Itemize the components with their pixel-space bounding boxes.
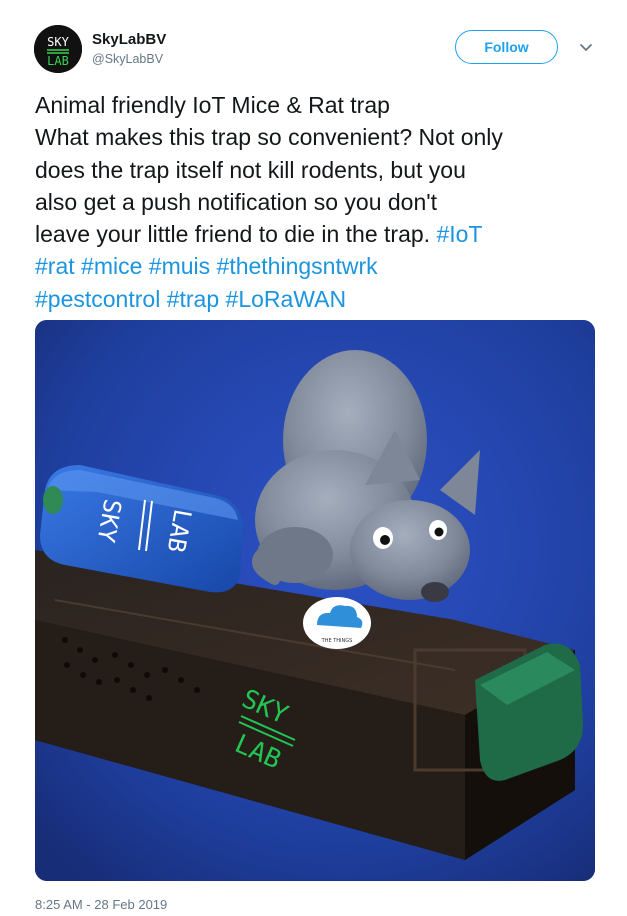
tweet-text-segment: Animal friendly IoT Mice & Rat trap (35, 92, 390, 118)
hashtag-link[interactable]: #mice (81, 253, 142, 279)
display-name[interactable]: SkyLabBV (92, 30, 166, 50)
tweet: SKY LAB SkyLabBV @SkyLabBV Follow Animal… (0, 0, 627, 916)
things-network-sticker: THE THINGS (303, 597, 371, 649)
tweet-text-line: also get a push notification so you don'… (35, 186, 600, 218)
tweet-text-segment: leave your little friend to die in the t… (35, 221, 437, 248)
tweet-text-line: leave your little friend to die in the t… (35, 218, 600, 250)
hashtag-link[interactable]: #IoT (436, 221, 482, 247)
tweet-text-segment: does the trap itself not kill rodents, b… (35, 156, 466, 183)
hashtag-link[interactable]: #thethingsntwrk (217, 253, 378, 279)
hashtag-link[interactable]: #LoRaWAN (226, 286, 347, 312)
chevron-down-icon[interactable] (578, 40, 594, 56)
tweet-timestamp[interactable]: 8:25 AM - 28 Feb 2019 (35, 897, 167, 913)
avatar[interactable]: SKY LAB (34, 25, 82, 73)
tweet-text: Animal friendly IoT Mice & Rat trap What … (35, 89, 600, 315)
hashtag-link[interactable]: #pestcontrol (35, 286, 160, 312)
skylab-logo-icon: SKY LAB (34, 25, 82, 73)
tweet-text-line: #pestcontrol #trap #LoRaWAN (35, 283, 600, 315)
tweet-text-line: What makes this trap so convenient? Not … (35, 121, 600, 153)
hashtag-link[interactable]: #rat (35, 253, 75, 279)
tweet-text-segment: also get a push notification so you don'… (35, 188, 438, 215)
author-info: SkyLabBV @SkyLabBV (92, 30, 166, 68)
tweet-text-segment: What makes this trap so convenient? Not … (35, 124, 503, 151)
hashtag-link[interactable]: #trap (167, 286, 219, 312)
hashtag-link[interactable]: #muis (149, 253, 210, 279)
tweet-text-line: Animal friendly IoT Mice & Rat trap (35, 89, 600, 121)
trap-photo-illustration: SKY LAB THE THINGS SKY LAB (35, 320, 595, 881)
tweet-photo[interactable]: SKY LAB THE THINGS SKY LAB (35, 320, 595, 881)
sticker-text: THE THINGS (321, 638, 353, 644)
avatar-logo-top: SKY (47, 35, 69, 49)
tweet-text-line: does the trap itself not kill rodents, b… (35, 154, 600, 186)
tweet-text-line: #rat #mice #muis #thethingsntwrk (35, 250, 600, 282)
follow-button[interactable]: Follow (455, 30, 558, 64)
user-handle[interactable]: @SkyLabBV (92, 50, 166, 68)
avatar-logo-bottom: LAB (47, 54, 69, 68)
